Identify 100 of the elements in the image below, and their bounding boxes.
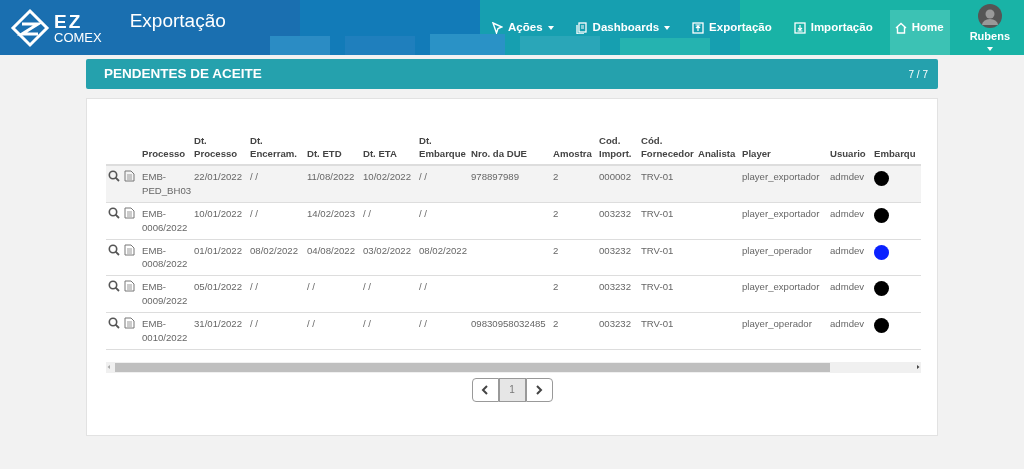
table-cell: 003232 [597,275,639,313]
table-cell: admdev [828,275,872,313]
table-cell: admdev [828,312,872,350]
table-cell: / / [305,312,361,350]
search-icon[interactable] [108,206,120,219]
previous-button[interactable] [471,377,499,402]
table-cell: player_exportador [740,275,828,313]
table-cell: 08/02/2022 [248,239,305,276]
table-cell: 2 [551,275,597,313]
column-header: Dt. Processo [192,133,248,165]
table-cell: TRV-01 [639,239,696,276]
column-header: Processo [140,133,192,165]
chevron-left-icon [481,383,489,396]
table-cell: / / [417,202,469,239]
table-cell: player_exportador [740,164,828,203]
search-icon[interactable] [108,243,120,256]
table-cell: 04/08/2022 [305,239,361,276]
nav-link[interactable]: Dashboards [575,18,671,37]
table-cell: / / [248,312,305,350]
logo-icon [10,7,50,48]
column-header: Player [740,133,828,165]
home-icon [894,21,907,34]
page-title: Exportação [129,9,226,34]
table-cell: / / [361,312,417,350]
table-cell: player_exportador [740,202,828,239]
table-cell: EMB-0008/2022 [140,239,192,276]
table-row[interactable]: EMB-0006/2022 10/01/2022 / / 14/02/2023 / / / / 2 003232 TRV-01 player_exportador admdev [106,202,921,239]
nav-link[interactable]: Ações [491,18,554,37]
documents-icon [575,21,588,34]
table-cell: admdev [828,164,872,203]
table-row[interactable]: EMB-0008/2022 01/01/2022 08/02/2022 04/08/2022 03/02/2022 08/02/2022 2 003232 TRV-01 player_operador admdev [106,239,921,276]
chevron-right-icon [535,383,543,396]
upload-icon [692,21,705,34]
table-row[interactable]: EMB-0010/2022 31/01/2022 / / / / / / / / 09830958032485 2 003232 TRV-01 player_operador admdev [106,312,921,350]
table-cell: TRV-01 [639,202,696,239]
search-icon[interactable] [108,169,120,182]
table-row[interactable]: EMB-0009/2022 05/01/2022 / / / / / / / / 2 003232 TRV-01 player_exportador admdev [106,275,921,313]
table-cell: / / [305,275,361,313]
table-cell: / / [248,164,305,203]
table-cell: 03/02/2022 [361,239,417,276]
table-cell: / / [417,275,469,313]
column-header: Embarqu [872,133,921,165]
table-cell: 05/01/2022 [192,275,248,313]
table-cell: admdev [828,239,872,276]
table-cell: TRV-01 [639,164,696,203]
avatar [977,4,1002,29]
column-header: Analista [696,133,740,165]
table-cell: / / [248,202,305,239]
column-header: Amostra [551,133,597,165]
column-header: Dt. Embarque [417,133,469,165]
table-cell: player_operador [740,239,828,276]
table-cell: 2 [551,239,597,276]
download-icon [793,21,806,34]
table-cell: EMB-0010/2022 [140,312,192,350]
table-cell: EMB-PED_BH03 [140,164,192,203]
search-icon[interactable] [108,317,120,330]
table-cell: / / [417,312,469,350]
table-cell: 14/02/2023 [305,202,361,239]
document-icon[interactable] [124,169,135,182]
table-cell: player_operador [740,312,828,350]
nav-link[interactable]: Exportação [692,18,772,37]
table-cell: TRV-01 [639,275,696,313]
table-cell: 003232 [597,312,639,350]
column-header: Cód. Fornecedor [639,133,696,165]
table-cell: 01/01/2022 [192,239,248,276]
table-cell: EMB-0009/2022 [140,275,192,313]
logo-text: EZ [54,11,84,31]
column-header: Usuario [828,133,872,165]
table-cell: 978897989 [469,164,551,203]
table-cell: / / [248,275,305,313]
table-cell: admdev [828,202,872,239]
table-row[interactable]: EMB-PED_BH03 22/01/2022 / / 11/08/2022 10/02/2022 / / 978897989 2 000002 TRV-01 player_exportador admdev [106,164,921,203]
column-header: Dt. ETA [361,133,417,165]
table-cell: 2 [551,202,597,239]
search-icon[interactable] [108,280,120,293]
table-cell: 09830958032485 [469,312,551,350]
table-cell: 2 [551,312,597,350]
table-cell: 2 [551,164,597,203]
scrollbar-thumb[interactable] [115,362,830,372]
table-cell: 000002 [597,164,639,203]
column-header: Dt. Encerram. [248,133,305,165]
record-count: 7 / 7 [908,67,928,82]
page-button[interactable]: 1 [498,377,526,402]
table-cell: 003232 [597,239,639,276]
table-cell: 11/08/2022 [305,164,361,203]
table-cell: 003232 [597,202,639,239]
caret-icon [986,46,993,51]
scroll-left-icon [106,364,112,371]
nav-link[interactable]: Importação [793,18,873,37]
column-header: Dt. ETD [305,133,361,165]
next-button[interactable] [525,377,553,402]
table-cell: / / [361,275,417,313]
column-header: Cod. Import. [597,133,639,165]
cursor-icon [491,21,504,34]
user-name[interactable]: Rubens [969,28,1010,45]
table-cell: 10/02/2022 [361,164,417,203]
scroll-right-icon [915,364,921,371]
logo-subtext: COMEX [54,30,102,44]
section-title: PENDENTES DE ACEITE [104,64,262,83]
table-cell: 22/01/2022 [192,164,248,203]
